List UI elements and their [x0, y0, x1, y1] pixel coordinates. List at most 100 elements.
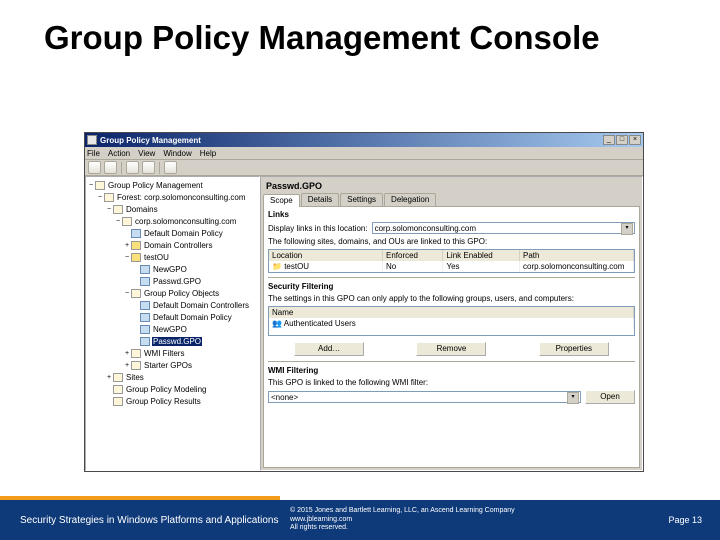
close-button[interactable]: ×	[629, 135, 641, 145]
tree-item[interactable]: − Group Policy Objects	[87, 287, 258, 299]
titlebar: Group Policy Management _ □ ×	[85, 133, 643, 147]
tree-item[interactable]: Default Domain Policy	[87, 227, 258, 239]
tree-label: Default Domain Policy	[152, 313, 233, 322]
page-number: Page 13	[668, 515, 720, 525]
tree-item[interactable]: Group Policy Results	[87, 395, 258, 407]
slide-title: Group Policy Management Console	[0, 0, 720, 62]
tree-item[interactable]: −Group Policy Management	[87, 179, 258, 191]
tree-pane[interactable]: −Group Policy Management−Forest: corp.so…	[85, 176, 260, 471]
tree-item[interactable]: NewGPO	[87, 323, 258, 335]
tree-label: Passwd.GPO	[152, 337, 202, 346]
properties-button[interactable]: Properties	[539, 342, 609, 356]
footer-course-title: Security Strategies in Windows Platforms…	[0, 515, 280, 526]
minimize-button[interactable]: _	[603, 135, 615, 145]
tab-settings[interactable]: Settings	[340, 193, 383, 206]
menubar: File Action View Window Help	[85, 147, 643, 160]
tree-label: Group Policy Modeling	[125, 385, 207, 394]
wmi-desc: This GPO is linked to the following WMI …	[268, 378, 635, 387]
maximize-button[interactable]: □	[616, 135, 628, 145]
tree-item[interactable]: Passwd.GPO	[87, 335, 258, 347]
ou-icon	[131, 241, 141, 250]
tree-item[interactable]: Passwd.GPO	[87, 275, 258, 287]
gpo-title: Passwd.GPO	[263, 179, 640, 193]
tab-details[interactable]: Details	[301, 193, 339, 206]
back-button[interactable]	[88, 161, 101, 174]
tree-label: Group Policy Objects	[143, 289, 220, 298]
details-pane: Passwd.GPO Scope Details Settings Delega…	[260, 176, 643, 471]
app-icon	[87, 135, 97, 145]
window-title: Group Policy Management	[100, 136, 603, 145]
tree-label: corp.solomonconsulting.com	[134, 217, 237, 226]
fold-icon	[131, 361, 141, 370]
root-icon	[95, 181, 105, 190]
up-button[interactable]	[126, 161, 139, 174]
accent-bar	[0, 496, 280, 500]
security-row[interactable]: 👥 Authenticated Users	[269, 318, 634, 329]
tree-item[interactable]: NewGPO	[87, 263, 258, 275]
toolbar	[85, 160, 643, 176]
forward-button[interactable]	[104, 161, 117, 174]
col-name[interactable]: Name	[269, 307, 634, 318]
expand-toggle[interactable]: −	[105, 206, 113, 213]
tree-item[interactable]: Default Domain Policy	[87, 311, 258, 323]
expand-toggle[interactable]: −	[114, 218, 122, 225]
tree-item[interactable]: − Domains	[87, 203, 258, 215]
tab-scope[interactable]: Scope	[263, 194, 300, 207]
tab-strip: Scope Details Settings Delegation	[263, 193, 640, 206]
links-desc: The following sites, domains, and OUs ar…	[268, 237, 635, 246]
menu-window[interactable]: Window	[163, 149, 191, 158]
expand-toggle[interactable]: −	[123, 290, 131, 297]
tree-label: Group Policy Results	[125, 397, 202, 406]
security-grid[interactable]: Name 👥 Authenticated Users	[268, 306, 635, 336]
expand-toggle[interactable]: −	[96, 194, 104, 201]
col-enforced[interactable]: Enforced	[383, 250, 443, 261]
links-label: Display links in this location:	[268, 224, 368, 233]
tree-item[interactable]: Group Policy Modeling	[87, 383, 258, 395]
tree-label: WMI Filters	[143, 349, 185, 358]
fold-icon	[131, 349, 141, 358]
links-row[interactable]: 📁 testOU No Yes corp.solomonconsulting.c…	[269, 261, 634, 272]
fold-icon	[131, 289, 141, 298]
menu-view[interactable]: View	[138, 149, 155, 158]
tree-item[interactable]: − testOU	[87, 251, 258, 263]
menu-help[interactable]: Help	[200, 149, 216, 158]
tree-label: Forest: corp.solomonconsulting.com	[116, 193, 247, 202]
tree-label: testOU	[143, 253, 170, 262]
expand-toggle[interactable]: −	[87, 182, 95, 189]
security-filtering-heading: Security Filtering	[268, 282, 635, 291]
gpmc-window: Group Policy Management _ □ × File Actio…	[84, 132, 644, 472]
footer-copyright: © 2015 Jones and Bartlett Learning, LLC,…	[280, 507, 668, 532]
wmi-open-button[interactable]: Open	[585, 390, 635, 404]
expand-toggle[interactable]: −	[123, 254, 131, 261]
wmi-filter-dropdown[interactable]: <none>	[268, 391, 581, 403]
slide-footer: Security Strategies in Windows Platforms…	[0, 500, 720, 540]
links-location-dropdown[interactable]: corp.solomonconsulting.com	[372, 222, 635, 234]
tree-item[interactable]: − corp.solomonconsulting.com	[87, 215, 258, 227]
tree-item[interactable]: Default Domain Controllers	[87, 299, 258, 311]
tab-delegation[interactable]: Delegation	[384, 193, 436, 206]
add-button[interactable]: Add…	[294, 342, 364, 356]
refresh-button[interactable]	[142, 161, 155, 174]
tree-item[interactable]: +Sites	[87, 371, 258, 383]
menu-file[interactable]: File	[87, 149, 100, 158]
col-location[interactable]: Location	[269, 250, 383, 261]
expand-toggle[interactable]: +	[105, 374, 113, 381]
tree-item[interactable]: +Domain Controllers	[87, 239, 258, 251]
remove-button[interactable]: Remove	[416, 342, 486, 356]
help-button[interactable]	[164, 161, 177, 174]
links-grid[interactable]: Location Enforced Link Enabled Path 📁 te…	[268, 249, 635, 273]
expand-toggle[interactable]: +	[123, 350, 131, 357]
tree-label: Domains	[125, 205, 159, 214]
menu-action[interactable]: Action	[108, 149, 130, 158]
ou-icon	[131, 253, 141, 262]
tree-item[interactable]: +Starter GPOs	[87, 359, 258, 371]
col-path[interactable]: Path	[520, 250, 634, 261]
gpo-icon	[140, 265, 150, 274]
forest-icon	[104, 193, 114, 202]
expand-toggle[interactable]: +	[123, 242, 131, 249]
tree-item[interactable]: + WMI Filters	[87, 347, 258, 359]
tree-item[interactable]: − Forest: corp.solomonconsulting.com	[87, 191, 258, 203]
gpo-icon	[140, 301, 150, 310]
expand-toggle[interactable]: +	[123, 362, 131, 369]
col-link-enabled[interactable]: Link Enabled	[443, 250, 520, 261]
